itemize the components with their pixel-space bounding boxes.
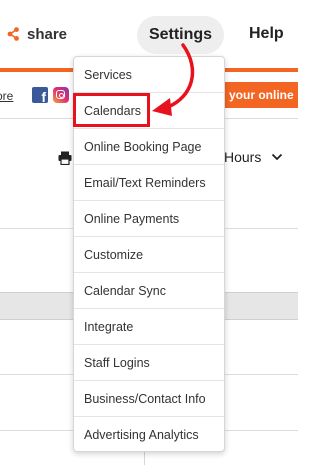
chevron-down-icon xyxy=(271,153,283,161)
share-label: share xyxy=(27,25,68,43)
page: share Settings Help ore f your online Ho… xyxy=(0,0,298,465)
help-nav-link[interactable]: Help xyxy=(249,25,284,43)
settings-nav-button[interactable]: Settings xyxy=(137,16,224,54)
menu-item-customize[interactable]: Customize xyxy=(74,237,224,273)
menu-item-email-text-reminders[interactable]: Email/Text Reminders xyxy=(74,165,224,201)
facebook-icon[interactable]: f xyxy=(32,87,48,105)
menu-item-online-payments[interactable]: Online Payments xyxy=(74,201,224,237)
menu-item-services[interactable]: Services xyxy=(74,57,224,93)
settings-dropdown-menu: Services Calendars Online Booking Page E… xyxy=(73,56,225,452)
instagram-icon[interactable] xyxy=(53,87,69,103)
share-icon xyxy=(7,27,19,41)
menu-item-advertising-analytics[interactable]: Advertising Analytics xyxy=(74,417,224,453)
menu-item-online-booking-page[interactable]: Online Booking Page xyxy=(74,129,224,165)
printer-icon[interactable] xyxy=(58,151,72,166)
facebook-glyph: f xyxy=(41,89,46,105)
menu-item-calendars[interactable]: Calendars xyxy=(74,93,224,129)
share-link[interactable]: share xyxy=(7,23,67,45)
menu-item-business-contact-info[interactable]: Business/Contact Info xyxy=(74,381,224,417)
menu-item-staff-logins[interactable]: Staff Logins xyxy=(74,345,224,381)
hours-label: Hours xyxy=(224,149,262,165)
promo-banner[interactable]: your online xyxy=(225,82,298,108)
menu-item-integrate[interactable]: Integrate xyxy=(74,309,224,345)
menu-item-calendar-sync[interactable]: Calendar Sync xyxy=(74,273,224,309)
more-link[interactable]: ore xyxy=(0,89,13,103)
hours-select[interactable]: Hours xyxy=(224,149,283,165)
